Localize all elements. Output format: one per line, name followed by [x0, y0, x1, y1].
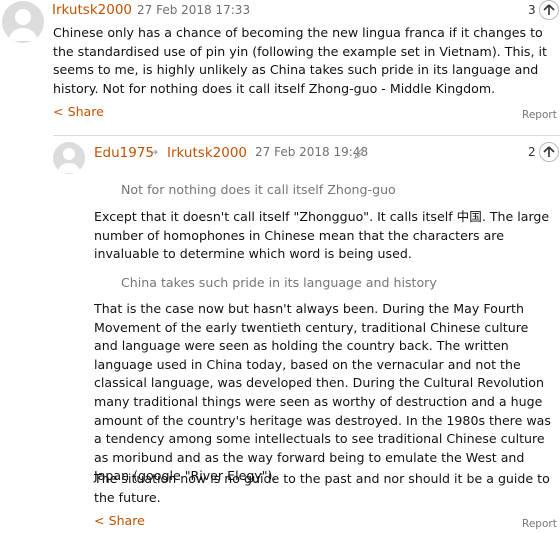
blockquote: China takes such pride in its language a…	[121, 275, 437, 290]
recommend-button[interactable]	[539, 0, 559, 20]
share-button[interactable]: < Share	[94, 513, 145, 528]
arrow-up-icon	[543, 146, 555, 157]
report-link[interactable]: Report	[522, 518, 557, 530]
comment-paragraph: That is the case now but hasn't always b…	[94, 301, 551, 484]
comment-body: Chinese only has a chance of becoming th…	[53, 25, 547, 96]
recommend-count: 2	[528, 145, 536, 159]
recommend-count: 3	[528, 3, 536, 17]
reply-to-author[interactable]: Irkutsk2000	[167, 145, 247, 161]
share-icon: <	[94, 513, 105, 528]
blockquote: Not for nothing does it call itself Zhon…	[121, 182, 396, 197]
comment-timestamp[interactable]: 27 Feb 2018 17:33	[137, 3, 250, 17]
share-label: Share	[108, 513, 145, 528]
report-link[interactable]: Report	[522, 109, 557, 121]
comment-author[interactable]: Edu1975	[94, 145, 154, 161]
arrow-up-icon	[543, 4, 555, 15]
comment-paragraph: The situation now is no guide to the pas…	[94, 471, 550, 505]
avatar[interactable]	[53, 142, 85, 174]
share-label: Share	[67, 104, 104, 119]
comment-timestamp[interactable]: 27 Feb 2018 19:48	[255, 145, 368, 159]
comment-paragraph: Except that it doesn't call itself "Zhon…	[94, 209, 550, 262]
share-icon: <	[53, 104, 64, 119]
avatar[interactable]	[2, 1, 44, 43]
edited-pencil-icon	[353, 145, 365, 164]
recommend-button[interactable]	[539, 142, 559, 162]
comment-author[interactable]: Irkutsk2000	[52, 2, 132, 18]
share-button[interactable]: < Share	[53, 104, 104, 119]
reply-arrow-icon: →	[148, 145, 159, 159]
divider	[53, 135, 560, 136]
